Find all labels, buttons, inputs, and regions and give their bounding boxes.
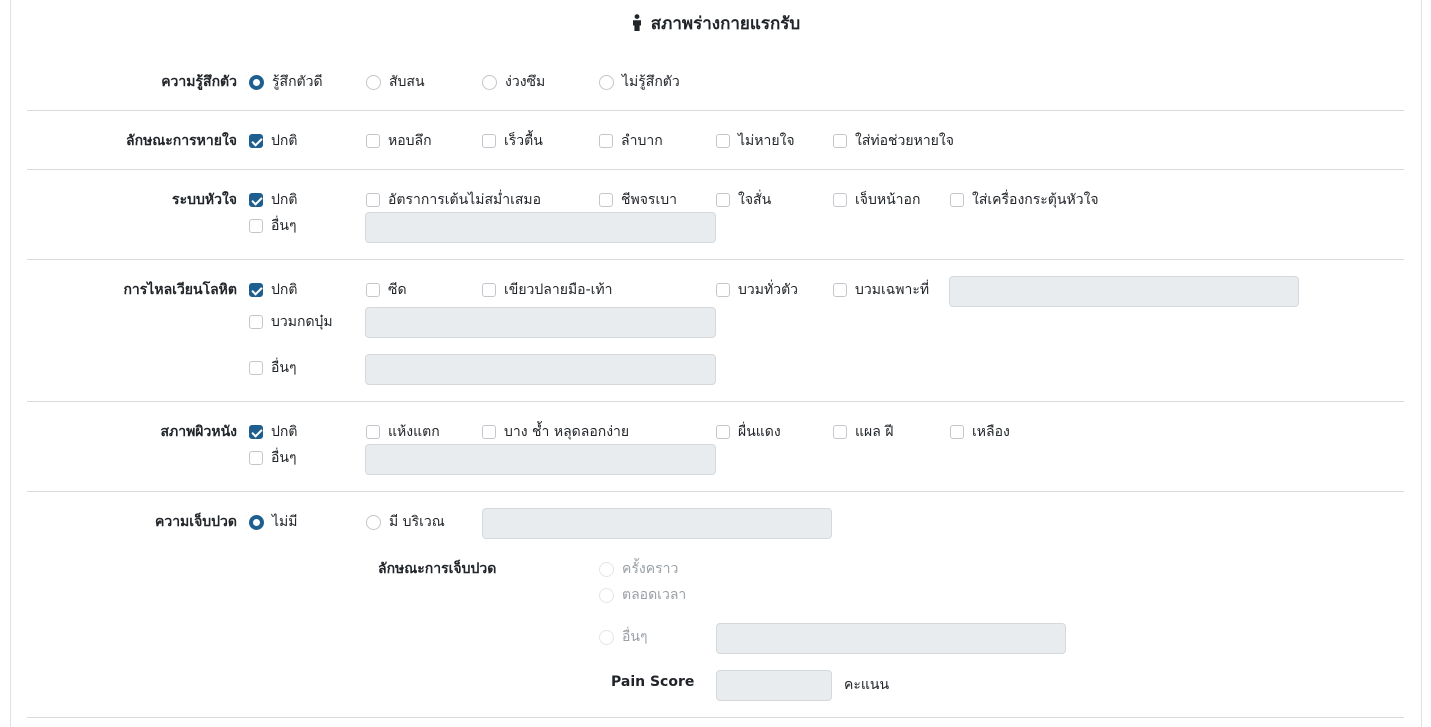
checkbox-icon[interactable] (249, 315, 263, 329)
pitting-edema-field[interactable] (365, 307, 716, 338)
circulation-option-generalized-edema[interactable]: บวมทั่วตัว (716, 279, 798, 301)
pain-label: ความเจ็บปวด (154, 514, 237, 530)
breathing-option-shallow[interactable]: เร็วตื้น (482, 130, 543, 152)
checkbox-icon[interactable] (482, 425, 496, 439)
pain-score-field[interactable] (716, 670, 832, 701)
checkbox-icon[interactable] (366, 134, 380, 148)
radio-disabled-icon[interactable] (599, 587, 614, 603)
checkbox-icon[interactable] (482, 283, 496, 297)
pain-character-constant[interactable]: ตลอดเวลา (599, 584, 686, 606)
cardio-option-normal[interactable]: ปกติ (249, 189, 297, 211)
cardio-option-palpitation[interactable]: ใจสั่น (716, 189, 771, 211)
breathing-option-normal[interactable]: ปกติ (249, 130, 297, 152)
person-icon (631, 14, 643, 36)
consciousness-option-unconscious[interactable]: ไม่รู้สึกตัว (599, 71, 680, 93)
checkbox-icon[interactable] (249, 361, 263, 375)
circulation-option-pale[interactable]: ซีด (366, 279, 407, 301)
pain-option-none[interactable]: ไม่มี (249, 511, 298, 533)
checkbox-checked-icon[interactable] (249, 134, 263, 148)
cardio-label: ระบบหัวใจ (172, 192, 237, 208)
skin-option-wound[interactable]: แผล ฝี (833, 421, 893, 443)
checkbox-icon[interactable] (950, 193, 964, 207)
pain-score-unit: คะแนน (844, 677, 890, 693)
pain-character-other-field[interactable] (716, 623, 1066, 654)
pain-character-intermittent[interactable]: ครั้งคราว (599, 558, 678, 580)
skin-option-other[interactable]: อื่นๆ (249, 447, 297, 469)
checkbox-checked-icon[interactable] (249, 193, 263, 207)
circulation-option-normal[interactable]: ปกติ (249, 279, 297, 301)
cardio-option-other[interactable]: อื่นๆ (249, 215, 297, 237)
radio-icon[interactable] (366, 514, 381, 530)
checkbox-icon[interactable] (482, 134, 496, 148)
divider (27, 110, 1404, 111)
consciousness-option-confused[interactable]: สับสน (366, 71, 425, 93)
breathing-option-dyspnea[interactable]: หอบลึก (366, 130, 432, 152)
pain-character-label: ลักษณะการเจ็บปวด (378, 561, 497, 577)
checkbox-checked-icon[interactable] (249, 283, 263, 297)
checkbox-icon[interactable] (833, 193, 847, 207)
divider (27, 401, 1404, 402)
checkbox-icon[interactable] (833, 134, 847, 148)
skin-label: สภาพผิวหนัง (160, 424, 237, 440)
circulation-label: การไหลเวียนโลหิต (123, 282, 237, 298)
breathing-option-apnea[interactable]: ไม่หายใจ (716, 130, 795, 152)
pain-area-field[interactable] (482, 508, 832, 539)
checkbox-icon[interactable] (249, 451, 263, 465)
radio-disabled-icon[interactable] (599, 561, 614, 577)
checkbox-icon[interactable] (599, 193, 613, 207)
cardio-option-irregular[interactable]: อัตราการเต้นไม่สม่ำเสมอ (366, 189, 541, 211)
checkbox-icon[interactable] (950, 425, 964, 439)
skin-option-normal[interactable]: ปกติ (249, 421, 297, 443)
cardio-option-pacemaker[interactable]: ใส่เครื่องกระตุ้นหัวใจ (950, 189, 1099, 211)
radio-selected-icon[interactable] (249, 74, 264, 90)
divider (27, 491, 1404, 492)
checkbox-icon[interactable] (599, 134, 613, 148)
pain-character-other[interactable]: อื่นๆ (599, 626, 648, 648)
skin-other-field[interactable] (365, 444, 716, 475)
divider (27, 169, 1404, 170)
consciousness-option-alert[interactable]: รู้สึกตัวดี (249, 71, 323, 93)
breathing-option-difficult[interactable]: ลำบาก (599, 130, 663, 152)
radio-icon[interactable] (482, 74, 497, 90)
skin-option-thin-bruised[interactable]: บาง ช้ำ หลุดลอกง่าย (482, 421, 629, 443)
circulation-option-pitting-edema[interactable]: บวมกดบุ๋ม (249, 311, 333, 333)
radio-disabled-icon[interactable] (599, 629, 614, 645)
checkbox-icon[interactable] (833, 425, 847, 439)
skin-option-rash[interactable]: ผื่นแดง (716, 421, 781, 443)
checkbox-icon[interactable] (833, 283, 847, 297)
checkbox-icon[interactable] (366, 193, 380, 207)
circulation-option-local-edema[interactable]: บวมเฉพาะที่ (833, 279, 929, 301)
circulation-other-field[interactable] (365, 354, 716, 385)
consciousness-label: ความรู้สึกตัว (161, 74, 237, 90)
checkbox-icon[interactable] (249, 219, 263, 233)
circulation-option-other[interactable]: อื่นๆ (249, 357, 297, 379)
checkbox-icon[interactable] (716, 283, 730, 297)
circulation-option-cyanosis[interactable]: เขียวปลายมือ-เท้า (482, 279, 613, 301)
cardio-option-chest-pain[interactable]: เจ็บหน้าอก (833, 189, 920, 211)
divider (27, 259, 1404, 260)
skin-option-jaundice[interactable]: เหลือง (950, 421, 1010, 443)
divider (27, 717, 1404, 718)
checkbox-icon[interactable] (366, 425, 380, 439)
checkbox-checked-icon[interactable] (249, 425, 263, 439)
cardio-option-weak-pulse[interactable]: ชีพจรเบา (599, 189, 677, 211)
cardio-other-field[interactable] (365, 212, 716, 243)
skin-option-dry[interactable]: แห้งแตก (366, 421, 440, 443)
section-title: สภาพร่างกายแรกรับ (0, 10, 1431, 37)
pain-option-present[interactable]: มี บริเวณ (366, 511, 445, 533)
checkbox-icon[interactable] (716, 134, 730, 148)
local-edema-field[interactable] (949, 276, 1299, 307)
checkbox-icon[interactable] (366, 283, 380, 297)
breathing-label: ลักษณะการหายใจ (126, 133, 237, 149)
radio-icon[interactable] (599, 74, 614, 90)
breathing-option-intubated[interactable]: ใส่ท่อช่วยหายใจ (833, 130, 954, 152)
radio-selected-icon[interactable] (249, 514, 264, 530)
pain-score-label: Pain Score (611, 674, 695, 690)
checkbox-icon[interactable] (716, 193, 730, 207)
checkbox-icon[interactable] (716, 425, 730, 439)
radio-icon[interactable] (366, 74, 381, 90)
consciousness-option-drowsy[interactable]: ง่วงซึม (482, 71, 545, 93)
